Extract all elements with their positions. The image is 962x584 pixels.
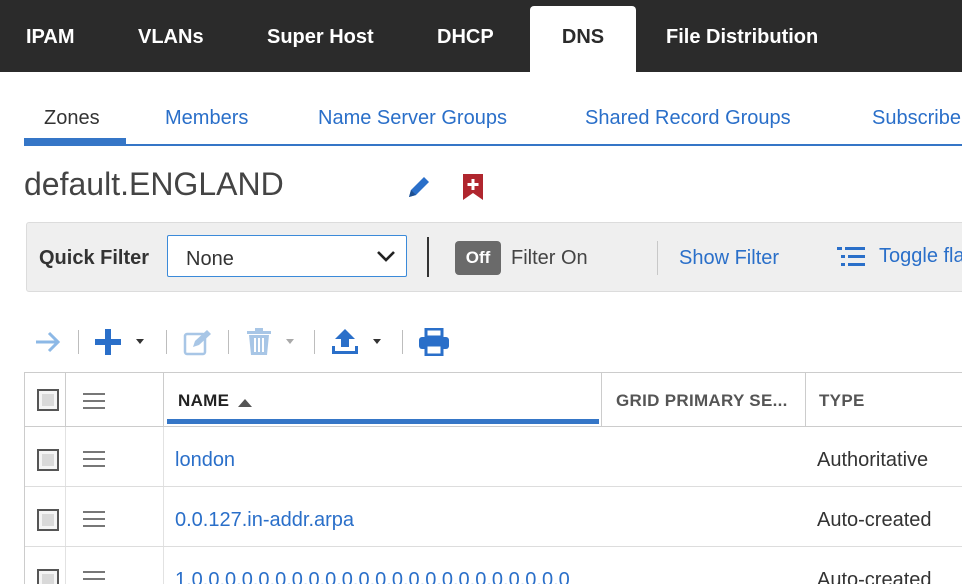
subtab-name-server-groups[interactable]: Name Server Groups: [318, 107, 507, 130]
filter-toggle[interactable]: Off: [455, 241, 501, 275]
plus-icon[interactable]: [94, 328, 150, 361]
bookmark-plus-icon[interactable]: [461, 172, 485, 207]
subtab-subscribe[interactable]: Subscribe: [872, 107, 961, 130]
row-checkbox[interactable]: [37, 569, 59, 584]
table-row[interactable]: 1.0.0.0.0.0.0.0.0.0.0.0.0.0.0.0.0.0.0.0.…: [25, 547, 962, 584]
arrow-right-icon[interactable]: [34, 328, 64, 361]
zone-name-link[interactable]: 0.0.127.in-addr.arpa: [175, 509, 354, 532]
select-all-checkbox[interactable]: [37, 389, 59, 411]
page-title: default.ENGLAND: [24, 166, 284, 202]
sub-navigation: Zones Members Name Server Groups Shared …: [0, 100, 962, 146]
print-icon[interactable]: [418, 327, 450, 361]
column-divider: [65, 373, 66, 427]
toggle-flat-view-link[interactable]: Toggle fla: [879, 245, 962, 268]
sort-ascending-icon: [237, 395, 253, 413]
quick-filter-value: None: [186, 248, 234, 270]
top-navigation: IPAM VLANs Super Host DHCP DNS File Dist…: [0, 0, 962, 72]
column-header-name[interactable]: NAME: [178, 391, 229, 411]
row-menu-icon[interactable]: [83, 451, 105, 467]
nav-tab-vlans[interactable]: VLANs: [138, 26, 204, 49]
trash-icon[interactable]: [246, 328, 302, 361]
toolbar-divider: [78, 330, 79, 354]
show-filter-link[interactable]: Show Filter: [679, 247, 779, 270]
zone-type: Authoritative: [817, 449, 929, 471]
quick-filter-select[interactable]: None: [167, 235, 407, 277]
row-checkbox[interactable]: [37, 449, 59, 471]
zones-table: NAME GRID PRIMARY SE... TYPE london Auth…: [24, 372, 962, 584]
zone-name-link[interactable]: london: [175, 449, 235, 472]
zone-name-link[interactable]: 1.0.0.0.0.0.0.0.0.0.0.0.0.0.0.0.0.0.0.0.…: [175, 569, 570, 584]
list-icon[interactable]: [837, 245, 867, 274]
column-header-type[interactable]: TYPE: [819, 391, 865, 411]
column-header-grid-primary[interactable]: GRID PRIMARY SE...: [616, 391, 788, 411]
nav-tab-dhcp[interactable]: DHCP: [437, 26, 494, 49]
upload-icon[interactable]: [330, 328, 386, 361]
row-checkbox[interactable]: [37, 509, 59, 531]
toolbar-divider: [166, 330, 167, 354]
nav-tab-super-host[interactable]: Super Host: [267, 26, 374, 49]
table-row[interactable]: 0.0.127.in-addr.arpa Auto-created: [25, 487, 962, 547]
column-divider: [805, 373, 806, 427]
column-menu-icon[interactable]: [83, 393, 105, 409]
table-row[interactable]: london Authoritative: [25, 427, 962, 487]
quick-filter-label: Quick Filter: [39, 247, 150, 269]
subtab-rule: [24, 144, 962, 146]
divider: [657, 241, 658, 275]
subtab-shared-record-groups[interactable]: Shared Record Groups: [585, 107, 791, 130]
column-divider: [601, 373, 602, 427]
toolbar-divider: [402, 330, 403, 354]
filter-on-label: Filter On: [511, 247, 588, 269]
toolbar-divider: [314, 330, 315, 354]
row-menu-icon[interactable]: [83, 571, 105, 584]
zone-type: Auto-created: [817, 569, 932, 584]
table-header: NAME GRID PRIMARY SE... TYPE: [25, 373, 962, 427]
nav-tab-dns[interactable]: DNS: [530, 6, 636, 72]
subtab-zones[interactable]: Zones: [44, 107, 100, 130]
divider: [427, 237, 429, 277]
edit-icon[interactable]: [183, 328, 213, 361]
zone-type: Auto-created: [817, 509, 932, 531]
filter-bar: Quick Filter None Off Filter On Show Fil…: [26, 222, 962, 292]
column-divider: [163, 373, 164, 427]
nav-tab-file-distribution[interactable]: File Distribution: [666, 26, 818, 49]
subtab-members[interactable]: Members: [165, 107, 248, 130]
toolbar-divider: [228, 330, 229, 354]
nav-tab-ipam[interactable]: IPAM: [26, 26, 75, 49]
row-menu-icon[interactable]: [83, 511, 105, 527]
pencil-icon[interactable]: [404, 172, 434, 207]
sorted-column-indicator: [167, 419, 599, 424]
chevron-down-icon: [376, 248, 396, 269]
